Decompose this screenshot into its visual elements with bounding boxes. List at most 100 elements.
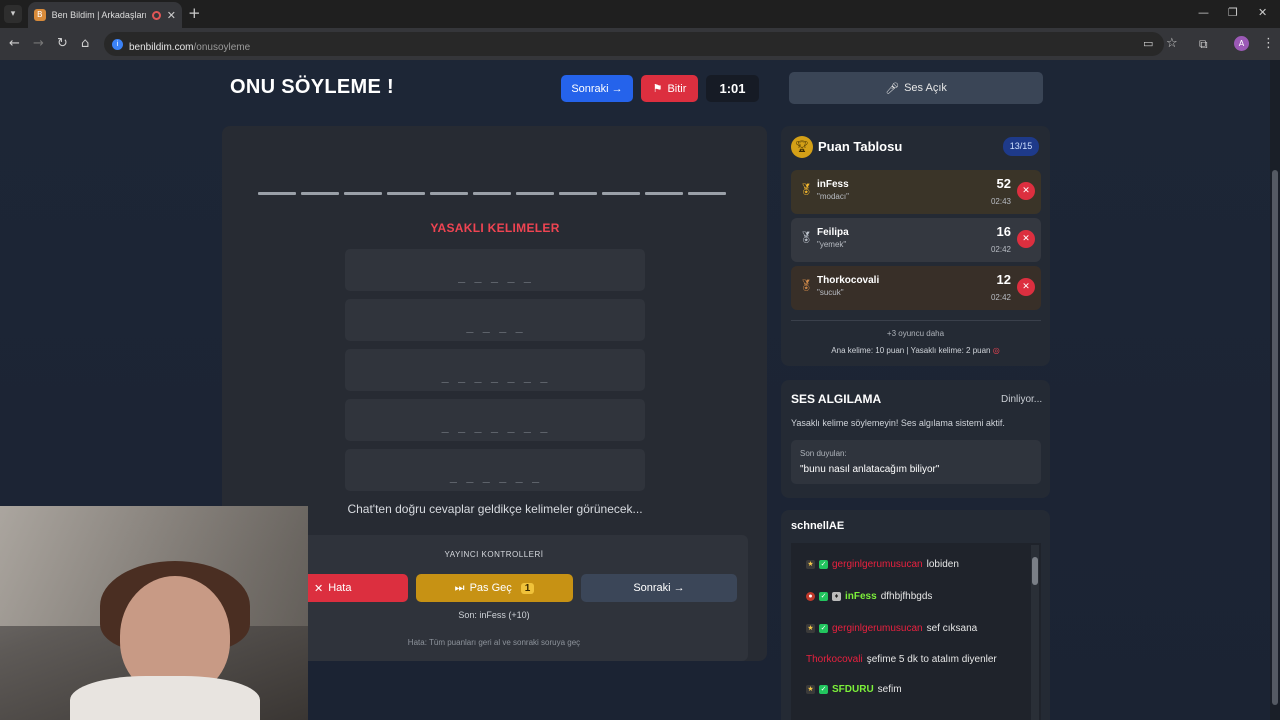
back-icon[interactable]: ← [9, 36, 20, 52]
forbidden-word-slot: _ _ _ _ [345, 299, 645, 341]
next-button-bottom[interactable]: Sonraki → [581, 574, 737, 602]
chat-username[interactable]: gerginlgerumusucan [832, 559, 923, 570]
restore-icon[interactable]: ❐ [1228, 6, 1238, 19]
forward-icon[interactable]: → [33, 36, 44, 52]
verified-badge-icon: ✓ [819, 592, 828, 601]
pass-count-badge: 1 [520, 582, 535, 594]
bronze-medal-icon: 🏅︎ [799, 279, 813, 292]
url-host: benbildim.com [129, 41, 194, 53]
new-tab-icon[interactable]: + [188, 5, 201, 21]
chat-message: Thorkocovali şefime 5 dk to atalım diyen… [806, 654, 997, 665]
player-name: Feilipa [817, 227, 849, 238]
window-close-icon[interactable]: ✕ [1258, 6, 1267, 19]
last-heard-label: Son duyulan: [800, 449, 847, 458]
site-info-icon[interactable]: i [112, 38, 123, 50]
forbidden-word-slot: _ _ _ _ _ _ [345, 449, 645, 491]
pass-button[interactable]: ⏭ Pas Geç 1 [416, 574, 573, 602]
finish-label: Bitir [667, 82, 687, 95]
chat-username[interactable]: SFDURU [832, 684, 874, 695]
browser-tabbar: ▾ B Ben Bildim | Arkadaşlarınla ✕ + — ❐ … [0, 0, 1280, 28]
finish-button[interactable]: ⚑ Bitir [641, 75, 698, 102]
player-time: 02:42 [990, 245, 1011, 254]
webcam-overlay [0, 506, 308, 720]
forbidden-word-slot: _ _ _ _ _ _ _ [345, 399, 645, 441]
error-button[interactable]: ✕ Hata [300, 574, 408, 602]
scoreboard-title: Puan Tablosu [818, 139, 903, 154]
bookmark-star-icon[interactable]: ☆ [1166, 36, 1178, 52]
subscriber-badge-icon: ★ [806, 560, 815, 569]
minimize-icon[interactable]: — [1198, 6, 1209, 19]
recording-icon [151, 10, 161, 20]
tab-search-icon[interactable]: ▾ [4, 5, 22, 23]
voice-detection-title: SES ALGILAMA [791, 392, 882, 406]
voice-toggle-label: Ses Açık [904, 82, 947, 94]
chat-hint: Chat'ten doğru cevaplar geldikçe kelimel… [347, 502, 643, 516]
player-score: 16 [996, 224, 1011, 239]
cast-icon[interactable]: ▭ [1143, 36, 1153, 52]
next-button-top[interactable]: Sonraki → [561, 75, 633, 102]
verified-badge-icon: ✓ [819, 624, 828, 633]
page-scrollbar-thumb[interactable] [1272, 170, 1278, 705]
chat-text: sefim [877, 684, 902, 695]
chat-scrollbar[interactable] [1031, 545, 1039, 720]
voice-toggle-button[interactable]: 🎤︎ Ses Açık [789, 72, 1043, 104]
scoreboard-row: 🏅︎ Thorkocovali "sucuk" 12 02:42 ✕ [791, 266, 1041, 310]
player-name: Thorkocovali [817, 275, 880, 286]
home-icon[interactable]: ⌂ [81, 36, 89, 52]
error-info: Hata: Tüm puanları geri al ve sonraki so… [407, 638, 581, 647]
player-word: "yemek" [817, 240, 847, 249]
host-controls-title: YAYINCI KONTROLLERİ [444, 550, 544, 559]
extensions-icon[interactable]: ⧉ [1199, 36, 1208, 52]
voice-detection-warning: Yasaklı kelime söylemeyin! Ses algılama … [791, 418, 1005, 428]
chat-channel-name: schnellAE [791, 520, 845, 532]
verified-badge-icon: ✓ [819, 560, 828, 569]
scoreboard-count-badge: 13/15 [1003, 137, 1039, 156]
player-name: inFess [817, 179, 849, 190]
remove-player-button[interactable]: ✕ [1017, 230, 1035, 248]
profile-avatar[interactable]: A [1234, 36, 1249, 51]
browser-tab[interactable]: B Ben Bildim | Arkadaşlarınla ✕ [28, 2, 182, 28]
subscriber-badge-icon: ★ [806, 624, 815, 633]
skip-icon: ⏭ [454, 581, 465, 594]
remove-player-button[interactable]: ✕ [1017, 278, 1035, 296]
scoring-rules: Ana kelime: 10 puan | Yasaklı kelime: 2 … [781, 346, 1050, 355]
target-icon: ◎ [992, 346, 1000, 355]
site-favicon-icon: B [34, 9, 46, 21]
error-label: Hata [328, 582, 352, 594]
glitch-badge-icon: ♦ [832, 592, 841, 601]
chat-username[interactable]: gerginlgerumusucan [832, 623, 923, 634]
x-icon: ✕ [314, 582, 324, 595]
reload-icon[interactable]: ↻ [57, 36, 68, 52]
silver-medal-icon: 🏅︎ [799, 231, 813, 244]
menu-kebab-icon[interactable]: ⋮ [1262, 36, 1275, 52]
browser-toolbar: ← → ↻ ⌂ i benbildim.com/onusoyleme ▭ ☆ ⧉… [0, 28, 1280, 60]
moderator-badge-icon: ● [806, 592, 815, 601]
chat-scrollbar-thumb[interactable] [1032, 557, 1038, 585]
chat-username[interactable]: inFess [845, 591, 877, 602]
player-word: "sucuk" [817, 288, 844, 297]
scoreboard-divider [791, 320, 1041, 321]
scoreboard-row: 🏅︎ inFess "modacı" 52 02:43 ✕ [791, 170, 1041, 214]
timer: 1:01 [706, 75, 759, 102]
page-scrollbar[interactable] [1270, 60, 1280, 720]
tab-title: Ben Bildim | Arkadaşlarınla [51, 10, 146, 20]
chat-text: şefime 5 dk to atalım diyenler [866, 654, 997, 665]
chat-username[interactable]: Thorkocovali [806, 654, 863, 665]
player-time: 02:42 [990, 293, 1011, 302]
chat-text: lobiden [926, 559, 959, 570]
hidden-word [258, 192, 726, 195]
tab-close-icon[interactable]: ✕ [167, 9, 176, 22]
verified-badge-icon: ✓ [819, 685, 828, 694]
more-players-text: +3 oyuncu daha [886, 329, 945, 338]
chat-message: ★ ✓ SFDURU sefim [806, 684, 902, 695]
chat-text: sef cıksana [926, 623, 978, 634]
remove-player-button[interactable]: ✕ [1017, 182, 1035, 200]
player-time: 02:43 [990, 197, 1011, 206]
chat-text: dfhbjfhbgds [880, 591, 933, 602]
address-bar[interactable]: i benbildim.com/onusoyleme [104, 32, 1164, 56]
player-score: 12 [996, 272, 1011, 287]
player-word: "modacı" [817, 192, 849, 201]
pass-label: Pas Geç [469, 582, 512, 594]
chat-message: ★ ✓ gerginlgerumusucan lobiden [806, 559, 959, 570]
flag-icon: ⚑ [652, 83, 663, 95]
